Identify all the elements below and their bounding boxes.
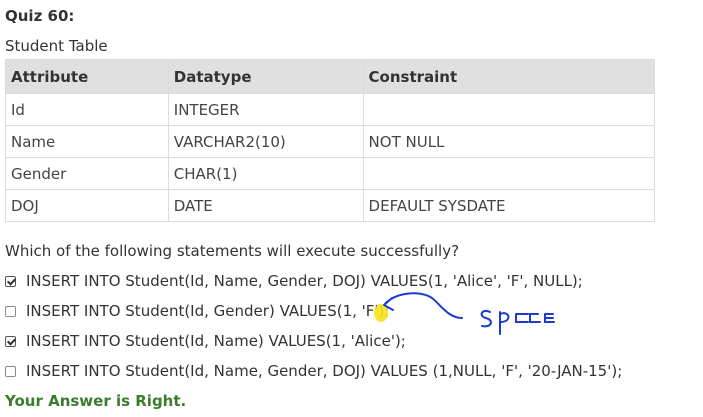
option-3[interactable]: INSERT INTO Student(Id, Name) VALUES(1, … <box>5 332 406 350</box>
cell-constraint: NOT NULL <box>362 125 656 158</box>
cell-datatype: VARCHAR2(10) <box>167 125 364 158</box>
option-1[interactable]: INSERT INTO Student(Id, Name, Gender, DO… <box>5 272 583 290</box>
header-datatype: Datatype <box>167 59 364 94</box>
option-label: INSERT INTO Student(Id, Name, Gender, DO… <box>26 362 623 380</box>
cell-attribute: Gender <box>5 157 169 190</box>
cell-datatype: DATE <box>167 189 364 222</box>
option-label: INSERT INTO Student(Id, Name, Gender, DO… <box>26 272 583 290</box>
cell-attribute: Name <box>5 125 169 158</box>
cell-constraint <box>362 157 656 190</box>
option-2[interactable]: INSERT INTO Student(Id, Gender) VALUES(1… <box>5 302 389 320</box>
table-row: Gender CHAR(1) <box>5 157 656 190</box>
header-constraint: Constraint <box>362 59 656 94</box>
cell-datatype: CHAR(1) <box>167 157 364 190</box>
cell-attribute: DOJ <box>5 189 169 222</box>
annotation-arrow-icon <box>383 292 463 319</box>
table-row: Id INTEGER <box>5 93 656 126</box>
result-message: Your Answer is Right. <box>5 392 187 410</box>
table-row: Name VARCHAR2(10) NOT NULL <box>5 125 656 158</box>
option-checkbox[interactable] <box>5 305 16 317</box>
header-attribute: Attribute <box>5 59 169 94</box>
option-label: INSERT INTO Student(Id, Name) VALUES(1, … <box>26 332 406 350</box>
quiz-title: Quiz 60: <box>5 7 75 25</box>
option-4[interactable]: INSERT INTO Student(Id, Name, Gender, DO… <box>5 362 622 380</box>
table-caption: Student Table <box>5 37 108 55</box>
cell-datatype: INTEGER <box>167 93 364 126</box>
highlighter-mark <box>374 304 388 322</box>
option-checkbox[interactable] <box>5 335 16 347</box>
question-text: Which of the following statements will e… <box>5 242 460 260</box>
student-table: Attribute Datatype Constraint Id INTEGER… <box>5 59 656 222</box>
option-label: INSERT INTO Student(Id, Gender) VALUES(1… <box>26 302 390 320</box>
option-checkbox[interactable] <box>5 365 16 377</box>
table-row: DOJ DATE DEFAULT SYSDATE <box>5 189 656 222</box>
cell-constraint: DEFAULT SYSDATE <box>362 189 656 222</box>
cell-constraint <box>362 93 656 126</box>
option-checkbox[interactable] <box>5 275 16 287</box>
table-header-row: Attribute Datatype Constraint <box>5 59 656 94</box>
cell-attribute: Id <box>5 93 169 126</box>
handwritten-space-word <box>480 309 555 335</box>
